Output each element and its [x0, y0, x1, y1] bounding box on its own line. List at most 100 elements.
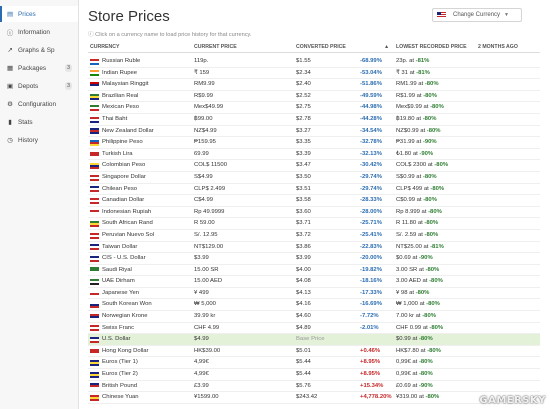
lowest-price-value: ¥319.00 at	[396, 394, 426, 401]
currency-name[interactable]: New Zealand Dollar	[102, 126, 154, 137]
table-row[interactable]: UAE Dirham 15.00 AED $4.08 -18.16% 3.00 AED …	[88, 276, 540, 288]
table-row[interactable]: CIS - U.S. Dollar $3.99 $3.99 -20.00% $0.69 …	[88, 253, 540, 265]
currency-name[interactable]: South African Rand	[102, 218, 153, 229]
currency-name[interactable]: Thai Baht	[102, 114, 127, 125]
table-row[interactable]: Peruvian Nuevo Sol S/. 12.95 $3.72 -25.41% S…	[88, 230, 540, 242]
table-row[interactable]: Euros (Tier 2) 4,99€ $5.44 +8.95% 0,99€ at -…	[88, 369, 540, 381]
currency-name[interactable]: Philippine Peso	[102, 137, 143, 148]
table-row[interactable]: Chinese Yuan ¥1599.00 $243.42 +4,778.20% ¥31…	[88, 392, 540, 404]
sidebar-item-prices[interactable]: ▤ Prices	[0, 6, 78, 22]
currency-name[interactable]: Brazilian Real	[102, 91, 138, 102]
table-row[interactable]: Swiss Franc CHF 4.99 $4.89 -2.01% CHF 0.99 a…	[88, 323, 540, 335]
converted-price: $4.16	[296, 301, 311, 308]
sort-arrow-icon[interactable]: ▲	[384, 44, 389, 50]
table-row[interactable]: Thai Baht ฿99.00 $2.78 -44.28% ฿19.80 at -80…	[88, 114, 540, 126]
currency-name[interactable]: Turkish Lira	[102, 149, 133, 160]
sidebar-item-information[interactable]: ⓘ Information	[0, 24, 78, 40]
lowest-price-value: 23p. at	[396, 58, 416, 64]
currency-name[interactable]: South Korean Won	[102, 299, 152, 310]
country-flag-icon	[90, 197, 99, 204]
currency-name[interactable]: Mexican Peso	[102, 102, 139, 113]
table-row[interactable]: U.S. Dollar $4.99 Base Price $0.99 at -80%	[88, 334, 540, 346]
currency-name[interactable]: Taiwan Dollar	[102, 242, 137, 253]
sidebar-item-packages[interactable]: ▦ Packages 3	[0, 60, 78, 76]
lowest-recorded-price: S/. 2.59 at -80%	[396, 230, 438, 241]
currency-name[interactable]: British Pound	[102, 381, 137, 392]
col-current-price[interactable]: Current Price	[194, 44, 237, 50]
currency-name[interactable]: Chilean Peso	[102, 184, 137, 195]
lowest-price-value: NZ$0.99 at	[396, 127, 427, 134]
sidebar-item-history[interactable]: ◷ History	[0, 132, 78, 148]
table-row[interactable]: Mexican Peso Mex$49.99 $2.75 -44.98% Mex$9.9…	[88, 102, 540, 114]
table-row[interactable]: Philippine Peso ₱159.95 $3.35 -32.78% ₱31.99…	[88, 137, 540, 149]
currency-name[interactable]: Euros (Tier 1)	[102, 357, 138, 368]
current-price: ₹ 159	[194, 69, 210, 76]
lowest-recorded-price: COL$ 2300 at -80%	[396, 160, 448, 171]
lowest-price-discount: -80%	[428, 208, 442, 215]
table-row[interactable]: Turkish Lira 69.99 $3.39 -32.13% ₺1.80 at -9…	[88, 149, 540, 161]
currency-name[interactable]: Indonesian Rupiah	[102, 207, 151, 218]
table-row[interactable]: Indian Rupee ₹ 159 $2.34 -53.04% ₹ 31 at -81…	[88, 68, 540, 80]
currency-name[interactable]: Colombian Peso	[102, 160, 145, 171]
lowest-price-value: CHF 0.99 at	[396, 324, 430, 331]
table-row[interactable]: Brazilian Real R$9.99 $2.52 -49.59% R$1.99 a…	[88, 91, 540, 103]
table-row[interactable]: Indonesian Rupiah Rp 49.9999 $3.60 -28.00% R…	[88, 207, 540, 219]
col-currency[interactable]: Currency	[90, 44, 119, 50]
lowest-price-discount: -80%	[418, 336, 433, 343]
sidebar-item-depots[interactable]: ▣ Depots 3	[0, 78, 78, 94]
converted-price: $2.75	[296, 104, 311, 111]
table-row[interactable]: Taiwan Dollar NT$129.00 $3.86 -22.83% NT$25.…	[88, 242, 540, 254]
currency-name[interactable]: Peruvian Nuevo Sol	[102, 230, 154, 241]
table-row[interactable]: Euros (Tier 1) 4,99€ $5.44 +8.95% 0,99€ at -…	[88, 357, 540, 370]
col-two-months-ago[interactable]: 2 Months Ago	[478, 44, 518, 50]
current-price: ¥ 499	[194, 289, 209, 296]
table-row[interactable]: South Korean Won ₩ 5,000 $4.16 -16.69% ₩ 1,0…	[88, 299, 540, 312]
currency-name[interactable]: Saudi Riyal	[102, 265, 132, 276]
table-row[interactable]: South African Rand R 59.00 $3.71 -25.71% R 1…	[88, 218, 540, 230]
table-row[interactable]: Singapore Dollar S$4.99 $3.50 -29.74% S$0.99…	[88, 172, 540, 184]
change-currency-dropdown[interactable]: Change Currency ▼	[432, 8, 522, 22]
currency-name[interactable]: Russian Ruble	[102, 56, 140, 67]
lowest-price-discount: -80%	[422, 115, 437, 122]
price-difference: -49.59%	[360, 92, 382, 99]
sidebar-item-graphs-sp[interactable]: ↗ Graphs & Sp	[0, 42, 78, 58]
table-row[interactable]: New Zealand Dollar NZ$4.99 $3.27 -34.54% NZ$…	[88, 126, 540, 138]
table-row[interactable]: Hong Kong Dollar HK$39.00 $5.01 +0.46% HK$7.…	[88, 346, 540, 358]
sidebar-item-stats[interactable]: ▮ Stats	[0, 114, 78, 130]
table-row[interactable]: British Pound £3.99 $5.76 +15.34% £0.69 at -…	[88, 381, 540, 393]
converted-price: $3.35	[296, 139, 311, 146]
country-flag-icon	[90, 163, 99, 170]
country-flag-icon	[90, 174, 99, 181]
table-row[interactable]: Canadian Dollar C$4.99 $3.58 -28.33% C$0.99 …	[88, 195, 540, 207]
currency-name[interactable]: Singapore Dollar	[102, 172, 146, 183]
current-price: $3.99	[194, 255, 209, 262]
table-row[interactable]: Russian Ruble 119p. $1.55 -68.99% 23p. at -8…	[88, 56, 540, 68]
currency-name[interactable]: Norwegian Krone	[102, 311, 148, 322]
table-row[interactable]: Norwegian Krone 39.99 kr $4.60 -7.72% 7.00 k…	[88, 311, 540, 323]
current-price: COL$ 11500	[194, 162, 227, 169]
currency-name[interactable]: CIS - U.S. Dollar	[102, 253, 146, 264]
country-flag-icon	[90, 290, 99, 297]
currency-name[interactable]: Japanese Yen	[102, 288, 139, 299]
sidebar-item-configuration[interactable]: ⚙ Configuration	[0, 96, 78, 112]
table-row[interactable]: Malaysian Ringgit RM9.99 $2.40 -51.86% RM1.9…	[88, 79, 540, 91]
currency-name[interactable]: U.S. Dollar	[102, 334, 130, 345]
table-row[interactable]: Chilean Peso CLP$ 2.499 $3.51 -29.74% CLP$ 4…	[88, 184, 540, 196]
col-converted-price[interactable]: Converted Price	[296, 44, 346, 50]
currency-name[interactable]: Euros (Tier 2)	[102, 369, 138, 380]
country-flag-icon	[90, 383, 99, 390]
currency-name[interactable]: Indian Rupee	[102, 68, 137, 79]
converted-price: $3.60	[296, 208, 311, 215]
currency-name[interactable]: Canadian Dollar	[102, 195, 144, 206]
current-price: NT$129.00	[194, 243, 224, 250]
currency-name[interactable]: Swiss Franc	[102, 323, 134, 334]
table-row[interactable]: Colombian Peso COL$ 11500 $3.47 -30.42% COL$…	[88, 160, 540, 172]
col-lowest-price[interactable]: Lowest Recorded Price	[396, 44, 467, 50]
country-flag-icon	[90, 279, 99, 286]
table-row[interactable]: Japanese Yen ¥ 499 $4.13 -17.33% ¥ 98 at -80…	[88, 288, 540, 300]
currency-name[interactable]: Chinese Yuan	[102, 392, 139, 403]
currency-name[interactable]: UAE Dirham	[102, 276, 135, 287]
table-row[interactable]: Saudi Riyal 15.00 SR $4.00 -19.82% 3.00 SR a…	[88, 265, 540, 277]
currency-name[interactable]: Hong Kong Dollar	[102, 346, 149, 357]
currency-name[interactable]: Malaysian Ringgit	[102, 79, 149, 90]
